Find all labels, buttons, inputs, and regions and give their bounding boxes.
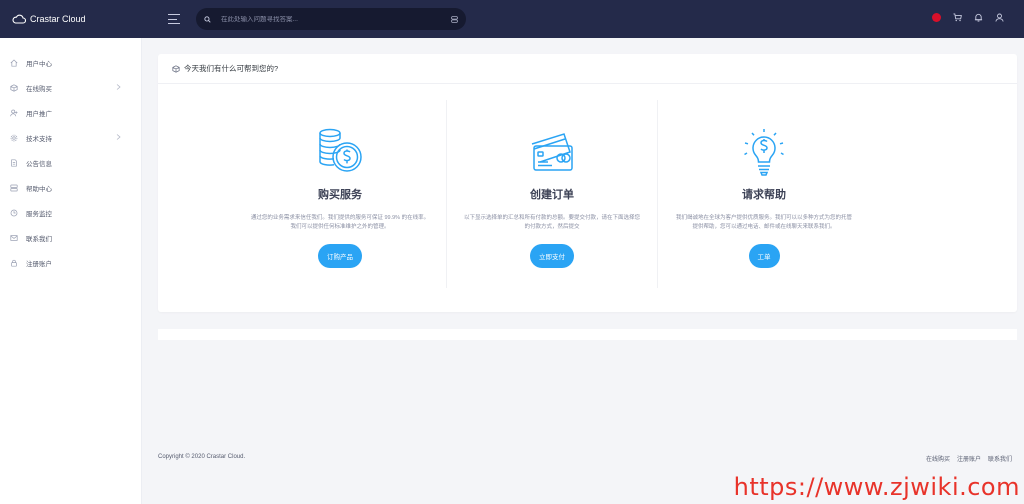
order-product-button[interactable]: 订购产品	[318, 244, 362, 268]
gear-icon	[10, 134, 18, 141]
ticket-button[interactable]: 工单	[748, 244, 780, 268]
search-input[interactable]	[221, 15, 451, 23]
sidebar: 用户中心 在线购买 用户推广 技术支持 公告信息 帮助中心 服务监控 联系我们 …	[0, 38, 142, 504]
column-description: 我们竭诚地在全球为客户提供优质服务。我们可以以多种方式为您的托管提供帮助，您可以…	[675, 215, 852, 230]
search-bar	[196, 8, 466, 30]
brand-logo[interactable]: Crastar Cloud	[0, 14, 142, 24]
sidebar-item-buy-online[interactable]: 在线购买	[0, 75, 141, 100]
footer-link-register[interactable]: 注册账户	[957, 454, 981, 463]
mail-icon	[10, 234, 18, 241]
sidebar-item-service-monitor[interactable]: 服务监控	[0, 200, 141, 225]
language-flag-icon[interactable]	[932, 13, 941, 22]
sidebar-item-help-center[interactable]: 帮助中心	[0, 175, 141, 200]
card-title: 今天我们有什么可帮到您的?	[184, 64, 279, 73]
home-icon	[10, 59, 18, 67]
box-icon	[10, 83, 18, 92]
secondary-panel	[158, 329, 1017, 340]
service-column-buy: 购买服务 通过您的业务需求来信任我们。我们提供的服务可保证 99.9% 的在线率…	[234, 100, 446, 288]
footer-link-buy-online[interactable]: 在线购买	[926, 454, 950, 463]
footer-link-contact-us[interactable]: 联系我们	[988, 454, 1012, 463]
user-icon[interactable]	[995, 13, 1004, 22]
card-header: 今天我们有什么可帮到您的?	[158, 54, 1017, 84]
sidebar-item-user-center[interactable]: 用户中心	[0, 50, 141, 75]
document-icon	[11, 158, 17, 167]
service-column-help: 请求帮助 我们竭诚地在全球为客户提供优质服务。我们可以以多种方式为您的托管提供帮…	[658, 100, 870, 288]
sidebar-item-register[interactable]: 注册账户	[0, 250, 141, 275]
server-icon[interactable]	[451, 15, 458, 23]
credit-card-icon	[531, 133, 573, 171]
sidebar-item-contact-us[interactable]: 联系我们	[0, 225, 141, 250]
menu-toggle-icon[interactable]	[168, 14, 180, 24]
lock-icon	[11, 259, 17, 267]
help-card: 今天我们有什么可帮到您的? 购买服务 通过您的业务需求来信任我们。我们提供的服务…	[158, 54, 1017, 312]
box-icon	[172, 64, 180, 73]
watermark-text: https://www.zjwiki.com	[733, 473, 1020, 501]
column-heading: 请求帮助	[742, 189, 786, 201]
column-description: 通过您的业务需求来信任我们。我们提供的服务可保证 99.9% 的在线率。我们可以…	[250, 215, 430, 230]
footer-copyright: Copyright © 2020 Crastar Cloud.	[158, 454, 246, 460]
chevron-right-icon	[116, 84, 121, 90]
clock-icon	[10, 209, 18, 216]
pay-now-button[interactable]: 立即支付	[530, 244, 574, 268]
cart-icon[interactable]	[953, 13, 962, 22]
user-plus-icon	[10, 109, 18, 116]
column-description: 以下显示选择单的汇总和所有付款的总额。要提交付款，请在下面选择您的付款方式，然后…	[463, 215, 640, 230]
server-icon	[10, 184, 18, 191]
sidebar-item-tech-support[interactable]: 技术支持	[0, 125, 141, 150]
footer-links: 在线购买 注册账户 联系我们	[926, 454, 1012, 463]
coins-icon	[319, 128, 362, 172]
bell-icon[interactable]	[974, 13, 983, 22]
column-heading: 创建订单	[530, 189, 574, 201]
lightbulb-icon	[744, 129, 784, 176]
service-column-order: 创建订单 以下显示选择单的汇总和所有付款的总额。要提交付款，请在下面选择您的付款…	[446, 100, 658, 288]
brand-name: Crastar Cloud	[30, 14, 86, 24]
column-heading: 购买服务	[318, 189, 362, 201]
top-navbar: Crastar Cloud	[0, 0, 1024, 38]
search-icon[interactable]	[204, 15, 211, 23]
sidebar-item-announcements[interactable]: 公告信息	[0, 150, 141, 175]
cloud-icon	[12, 14, 26, 24]
chevron-right-icon	[116, 134, 121, 140]
sidebar-item-promotion[interactable]: 用户推广	[0, 100, 141, 125]
